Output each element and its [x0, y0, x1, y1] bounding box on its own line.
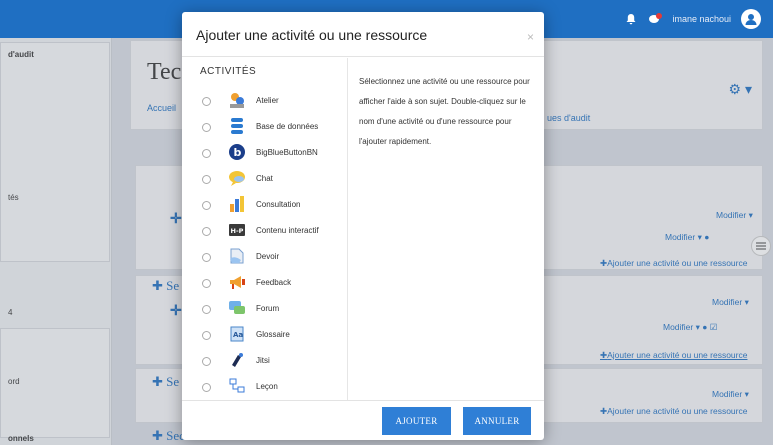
user-avatar-icon[interactable]	[741, 9, 761, 29]
bell-icon[interactable]	[624, 12, 638, 26]
activity-option[interactable]: Base de données	[202, 116, 342, 138]
activity-radio[interactable]	[202, 278, 211, 288]
activities-heading: ACTIVITÉS	[200, 66, 257, 77]
glossary-icon: Aa	[228, 325, 246, 343]
activity-radio[interactable]	[202, 200, 211, 210]
activity-label: Chat	[256, 174, 273, 183]
database-icon	[228, 117, 246, 135]
help-text: Sélectionnez une activité ou une ressour…	[359, 77, 530, 146]
activity-option[interactable]: Jitsi	[202, 350, 342, 372]
cancel-button[interactable]: ANNULER	[463, 407, 531, 435]
poll-chart-icon	[228, 195, 246, 213]
activity-label: Atelier	[256, 96, 279, 105]
activity-option[interactable]: Forum	[202, 298, 342, 320]
divider	[347, 58, 348, 400]
workshop-icon	[228, 91, 246, 109]
activity-label: Base de données	[256, 122, 319, 131]
megaphone-icon	[228, 273, 246, 291]
svg-text:H-P: H-P	[231, 227, 244, 235]
activity-label: Contenu interactif	[256, 226, 319, 235]
activity-option[interactable]: Devoir	[202, 246, 342, 268]
activity-radio[interactable]	[202, 330, 211, 340]
chat-icon	[228, 169, 246, 187]
activity-radio[interactable]	[202, 96, 211, 106]
activity-option[interactable]: H-P Contenu interactif	[202, 220, 342, 242]
h5p-icon: H-P	[228, 221, 246, 239]
activity-option[interactable]: Feedback	[202, 272, 342, 294]
activity-radio[interactable]	[202, 382, 211, 392]
activity-label: Glossaire	[256, 330, 290, 339]
svg-text:b: b	[234, 146, 242, 159]
bigbluebutton-icon: b	[228, 143, 246, 161]
user-name[interactable]: imane nachoui	[672, 14, 731, 24]
forum-icon	[228, 299, 246, 317]
activity-label: Jitsi	[256, 356, 270, 365]
activity-radio[interactable]	[202, 356, 211, 366]
chat-bubbles-icon[interactable]	[648, 12, 663, 26]
jitsi-icon	[228, 351, 246, 369]
activity-label: Feedback	[256, 278, 292, 287]
activity-label: Devoir	[256, 252, 280, 261]
svg-text:Aa: Aa	[233, 331, 243, 339]
add-button[interactable]: AJOUTER	[382, 407, 451, 435]
activity-option[interactable]: Chat	[202, 168, 342, 190]
activity-option[interactable]: Aa Glossaire	[202, 324, 342, 346]
activity-chooser-dialog: Ajouter une activité ou une ressource × …	[182, 12, 544, 440]
activity-option[interactable]: b BigBlueButtonBN	[202, 142, 342, 164]
activity-label: BigBlueButtonBN	[256, 148, 318, 157]
assignment-icon	[228, 247, 246, 265]
activity-radio[interactable]	[202, 226, 211, 236]
activity-label: Consultation	[256, 200, 301, 209]
activity-label: Leçon	[256, 382, 278, 391]
close-icon[interactable]: ×	[527, 30, 534, 44]
activity-radio[interactable]	[202, 174, 211, 184]
activity-radio[interactable]	[202, 148, 211, 158]
activity-option[interactable]: Atelier	[202, 90, 342, 112]
activity-radio[interactable]	[202, 252, 211, 262]
activity-option[interactable]: Leçon	[202, 376, 342, 398]
activity-label: Forum	[256, 304, 280, 313]
dialog-footer: AJOUTER ANNULER	[182, 400, 544, 440]
navbar-user-area: imane nachoui	[624, 9, 761, 29]
dialog-title: Ajouter une activité ou une ressource	[196, 27, 428, 43]
activity-option[interactable]: Consultation	[202, 194, 342, 216]
activity-radio[interactable]	[202, 304, 211, 314]
activity-radio[interactable]	[202, 122, 211, 132]
lesson-icon	[228, 377, 246, 395]
dialog-header: Ajouter une activité ou une ressource ×	[182, 12, 544, 57]
